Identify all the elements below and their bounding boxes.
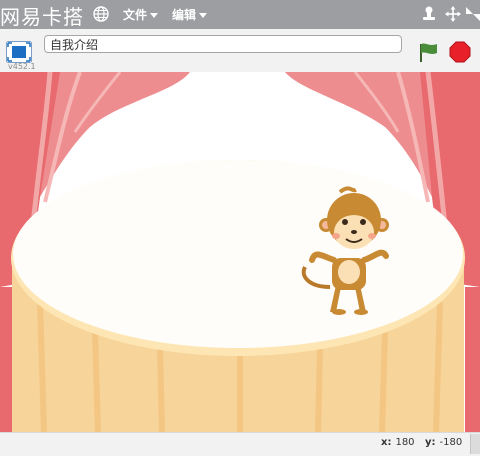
mouse-y-readout: y: -180 [425, 437, 462, 448]
y-label: y: [425, 437, 436, 448]
round-stage [11, 160, 465, 432]
menu-file[interactable]: 文件 [123, 6, 159, 23]
x-value: 180 [395, 437, 415, 448]
brand-logo[interactable]: 网易卡搭 [0, 1, 84, 30]
stop-icon[interactable] [449, 41, 471, 63]
project-title-bar: v452.1 自我介绍 [0, 29, 480, 72]
scrollbar[interactable] [470, 434, 480, 454]
stamp-icon[interactable] [420, 5, 438, 23]
version-label: v452.1 [8, 62, 36, 71]
shrink-icon[interactable] [464, 5, 480, 23]
menu-bar: 网易卡搭 文件 编辑 [0, 0, 480, 29]
move-arrows-icon[interactable] [444, 5, 462, 23]
x-label: x: [381, 437, 392, 448]
small-stage-mode-icon[interactable] [6, 41, 32, 63]
green-flag-icon[interactable] [418, 42, 440, 62]
menu-edit-label: 编辑 [172, 8, 197, 22]
status-bar: x: 180 y: -180 [0, 432, 480, 456]
menu-file-label: 文件 [123, 8, 148, 22]
menu-edit[interactable]: 编辑 [172, 6, 208, 23]
stage-canvas[interactable] [0, 72, 480, 432]
project-title-input[interactable]: 自我介绍 [44, 35, 402, 53]
chevron-down-icon [150, 13, 159, 18]
mouse-x-readout: x: 180 [381, 437, 415, 448]
chevron-down-icon [199, 13, 208, 18]
globe-icon[interactable] [93, 6, 109, 22]
y-value: -180 [439, 437, 463, 448]
